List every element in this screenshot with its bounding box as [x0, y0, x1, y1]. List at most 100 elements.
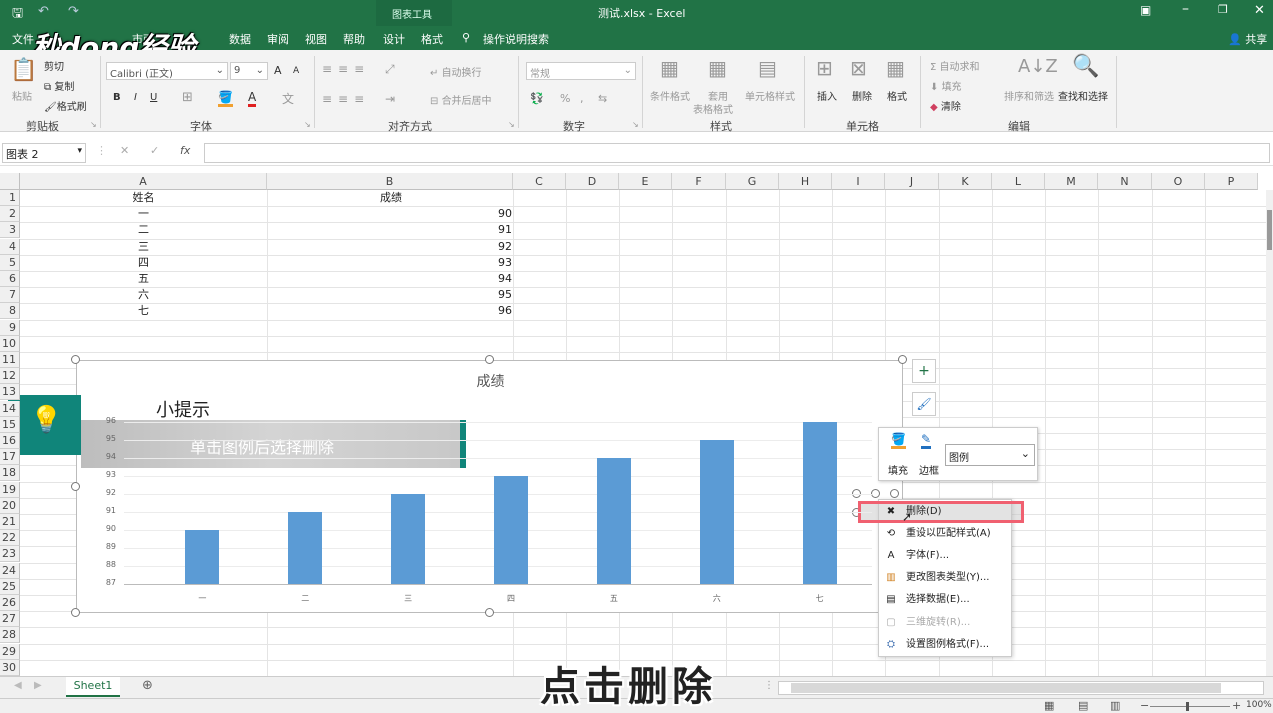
table-cell-name[interactable]: 三	[20, 239, 267, 255]
orientation-icon[interactable]: ⤢	[385, 62, 395, 77]
chart-bar-七[interactable]	[802, 422, 837, 584]
row-header-16[interactable]: 16	[0, 433, 20, 449]
conditional-format-icon[interactable]: ▦	[660, 56, 679, 80]
restore-icon[interactable]: ❐	[1218, 3, 1228, 16]
sort-filter-button[interactable]: 排序和筛选	[1004, 88, 1054, 103]
table-cell-name[interactable]: 二	[20, 222, 267, 238]
chart-bar-四[interactable]	[494, 476, 528, 584]
table-cell-score[interactable]: 93	[268, 255, 512, 271]
context-menu-item[interactable]: ⟲ 重设以匹配样式(A)	[880, 523, 1010, 545]
row-header-9[interactable]: 9	[0, 319, 20, 336]
table-cell-score[interactable]: 92	[268, 239, 512, 255]
name-box[interactable]: 图表 2 ▾	[2, 143, 86, 163]
add-sheet-icon[interactable]: ⊕	[142, 678, 153, 693]
sheet-tab-sheet1[interactable]: Sheet1	[66, 677, 120, 697]
underline-button[interactable]: U	[150, 92, 157, 103]
table-cell-score[interactable]: 95	[268, 287, 512, 303]
comma-style-icon[interactable]: ,	[580, 92, 584, 105]
share-button[interactable]: 👤 共享	[1228, 31, 1267, 47]
context-menu-item[interactable]: ✖ 删除(D)	[880, 501, 1010, 523]
column-header-h[interactable]: H	[779, 173, 832, 190]
column-header-b[interactable]: B	[267, 173, 513, 190]
prev-sheet-icon[interactable]: ◀	[14, 680, 22, 691]
table-cell-score[interactable]: 90	[268, 206, 512, 222]
search-icon[interactable]: 🔍	[1072, 54, 1099, 79]
dialog-launcher-icon[interactable]: ↘	[508, 120, 515, 129]
dialog-launcher-icon[interactable]: ↘	[632, 120, 639, 129]
format-cells-button[interactable]: 格式	[887, 88, 907, 103]
row-header-25[interactable]: 25	[0, 578, 20, 595]
chart-elements-plus-icon[interactable]: +	[912, 359, 936, 383]
save-icon[interactable]: 🖫	[12, 4, 23, 26]
row-header-20[interactable]: 20	[0, 497, 20, 514]
column-header-a[interactable]: A	[20, 173, 267, 190]
column-header-j[interactable]: J	[885, 173, 939, 190]
table-cell-score[interactable]: 91	[268, 222, 512, 238]
column-header-l[interactable]: L	[992, 173, 1045, 190]
legend-handle[interactable]	[871, 489, 880, 498]
page-break-icon[interactable]: ▥	[1110, 699, 1120, 712]
row-header-29[interactable]: 29	[0, 643, 20, 660]
minimize-icon[interactable]: –	[1182, 1, 1189, 17]
column-header-d[interactable]: D	[566, 173, 619, 190]
row-header-6[interactable]: 6	[0, 271, 20, 287]
row-header-19[interactable]: 19	[0, 481, 20, 498]
horizontal-scrollbar[interactable]	[778, 681, 1264, 695]
table-cell-score[interactable]: 94	[268, 271, 512, 287]
number-format-select[interactable]: 常规 ⌄	[526, 62, 636, 80]
row-header-18[interactable]: 18	[0, 465, 20, 482]
row-header-24[interactable]: 24	[0, 562, 20, 579]
chart-bar-六[interactable]	[699, 440, 734, 584]
table-cell-name[interactable]: 五	[20, 271, 267, 287]
tab-format[interactable]: 格式	[421, 31, 443, 47]
italic-button[interactable]: I	[134, 92, 137, 103]
resize-handle[interactable]	[898, 355, 907, 364]
fill-color-icon[interactable]: 🪣	[218, 90, 233, 107]
row-header-22[interactable]: 22	[0, 530, 20, 547]
vertical-scrollbar[interactable]	[1266, 190, 1273, 676]
align-top-icons[interactable]: ≡≡≡	[322, 62, 370, 76]
sheet-options-icon[interactable]: ⋮	[764, 680, 774, 691]
close-icon[interactable]: ✕	[1254, 3, 1265, 18]
context-menu-item[interactable]: ▤ 选择数据(E)...	[880, 589, 1010, 611]
chart-title[interactable]: 成绩	[77, 371, 904, 391]
tab-design[interactable]: 设计	[383, 31, 405, 47]
zoom-slider-thumb[interactable]	[1186, 702, 1189, 711]
format-cells-icon[interactable]: ▦	[886, 56, 905, 80]
insert-cells-button[interactable]: 插入	[817, 88, 837, 103]
delete-cells-button[interactable]: 删除	[852, 88, 872, 103]
column-header-p[interactable]: P	[1205, 173, 1258, 190]
row-header-11[interactable]: 11	[0, 352, 20, 368]
scrollbar-thumb[interactable]	[791, 683, 1221, 693]
column-header-n[interactable]: N	[1098, 173, 1152, 190]
row-header-23[interactable]: 23	[0, 546, 20, 563]
element-select-dropdown[interactable]: 图例 ⌄	[945, 444, 1035, 466]
cancel-icon[interactable]: ✕	[120, 144, 129, 157]
formula-input[interactable]	[204, 143, 1270, 163]
row-header-26[interactable]: 26	[0, 595, 20, 611]
column-header-f[interactable]: F	[672, 173, 726, 190]
tab-file[interactable]: 文件	[12, 31, 34, 47]
tab-view[interactable]: 视图	[305, 31, 327, 47]
cell-styles-button[interactable]: 单元格样式	[745, 88, 795, 103]
next-sheet-icon[interactable]: ▶	[34, 680, 42, 691]
phonetic-icon[interactable]: 文	[282, 90, 294, 107]
row-header-13[interactable]: 13	[0, 384, 20, 401]
indent-icon[interactable]: ⇥	[385, 92, 395, 106]
table-cell-name[interactable]: 六	[20, 287, 267, 303]
currency-icon[interactable]: 💱	[530, 92, 544, 105]
context-menu-item[interactable]: ▢ 三维旋转(R)...	[880, 612, 1010, 634]
align-left-icons[interactable]: ≡≡≡	[322, 92, 370, 106]
border-pen-icon[interactable]: ✎	[921, 432, 932, 449]
page-layout-icon[interactable]: ▤	[1078, 699, 1088, 712]
row-header-14[interactable]: 14	[0, 400, 20, 417]
row-header-1[interactable]: 1	[0, 190, 20, 206]
row-header-28[interactable]: 28	[0, 627, 20, 644]
dialog-launcher-icon[interactable]: ↘	[90, 120, 97, 129]
format-painter-button[interactable]: 🖌格式刷	[44, 98, 87, 113]
resize-handle[interactable]	[485, 355, 494, 364]
cut-button[interactable]: 剪切	[44, 58, 64, 73]
row-header-27[interactable]: 27	[0, 611, 20, 628]
row-header-3[interactable]: 3	[0, 222, 20, 239]
column-header-e[interactable]: E	[619, 173, 672, 190]
